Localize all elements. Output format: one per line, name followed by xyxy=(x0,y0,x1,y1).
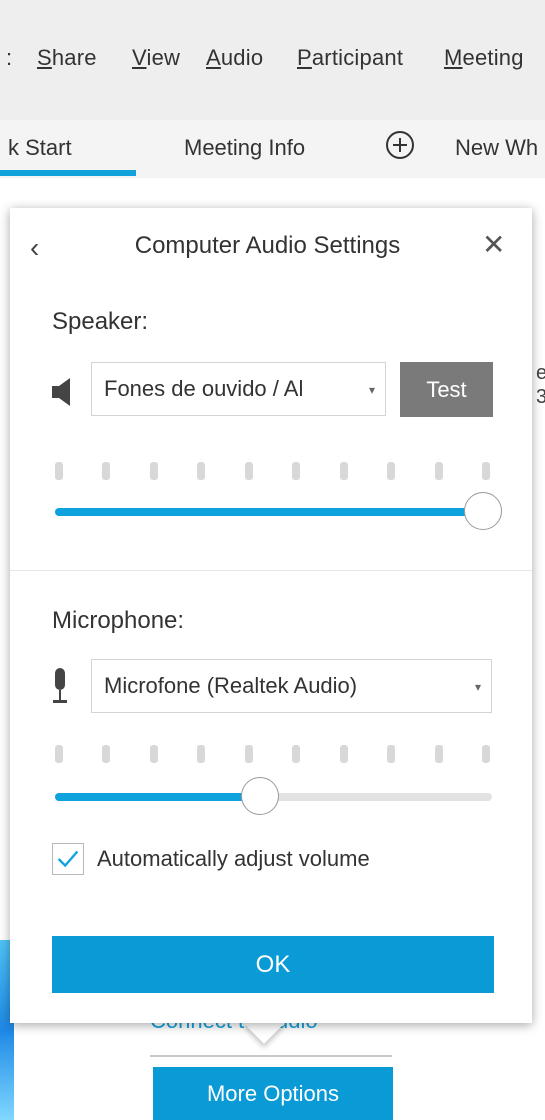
microphone-device-label: Microfone (Realtek Audio) xyxy=(104,673,358,698)
level-segment xyxy=(482,745,490,763)
microphone-label: Microphone: xyxy=(52,607,185,634)
level-segment xyxy=(340,745,348,763)
close-icon[interactable]: ✕ xyxy=(482,228,505,261)
level-segment xyxy=(55,462,63,480)
speaker-label: Speaker: xyxy=(52,308,149,335)
caret-down-icon: ▾ xyxy=(474,680,481,694)
level-segment xyxy=(292,745,300,763)
level-segment xyxy=(340,462,348,480)
menu-item-partial[interactable]: : xyxy=(6,45,12,71)
menu-item-view[interactable]: View xyxy=(132,45,180,71)
microphone-volume-slider[interactable] xyxy=(55,777,492,817)
slider-fill xyxy=(55,508,484,516)
background-divider xyxy=(150,1055,392,1057)
microphone-icon xyxy=(53,668,67,703)
level-segment xyxy=(435,462,443,480)
tab-meeting-info[interactable]: Meeting Info xyxy=(184,135,305,161)
speaker-icon xyxy=(52,378,70,406)
panel-title: Computer Audio Settings xyxy=(134,232,401,259)
background-text-fragment: 30 xyxy=(536,386,545,408)
panel-pointer-cover xyxy=(236,995,296,1021)
level-segment xyxy=(435,745,443,763)
slider-fill xyxy=(55,793,261,801)
tab-new-whiteboard[interactable]: New Wh xyxy=(455,135,538,161)
section-divider xyxy=(10,570,532,571)
level-segment xyxy=(482,462,490,480)
level-segment xyxy=(197,462,205,480)
level-segment xyxy=(245,462,253,480)
level-segment xyxy=(245,745,253,763)
tab-quick-start[interactable]: k Start xyxy=(8,135,72,161)
speaker-device-label: Fones de ouvido / Al xyxy=(104,376,304,401)
auto-adjust-checkbox[interactable] xyxy=(52,843,84,875)
level-segment xyxy=(292,462,300,480)
caret-down-icon: ▾ xyxy=(368,383,375,397)
level-segment xyxy=(102,462,110,480)
menu-item-share[interactable]: Share xyxy=(37,45,97,71)
chevron-left-icon[interactable]: ‹ xyxy=(30,232,39,264)
level-segment xyxy=(197,745,205,763)
menu-item-participant[interactable]: Participant xyxy=(297,45,403,71)
slider-thumb[interactable] xyxy=(464,492,503,530)
microphone-level-meter xyxy=(55,745,490,763)
checkmark-icon xyxy=(57,850,79,868)
more-options-button[interactable]: More Options xyxy=(153,1067,393,1120)
auto-adjust-label[interactable]: Automatically adjust volume xyxy=(97,846,370,872)
speaker-level-meter xyxy=(55,462,490,480)
level-segment xyxy=(387,745,395,763)
plus-circle-icon[interactable] xyxy=(386,131,414,159)
ok-button[interactable]: OK xyxy=(52,936,494,993)
level-segment xyxy=(150,745,158,763)
menu-item-audio[interactable]: Audio xyxy=(206,45,263,71)
active-tab-indicator xyxy=(0,170,136,176)
speaker-volume-slider[interactable] xyxy=(55,492,503,532)
microphone-select[interactable]: Microfone (Realtek Audio) ▾ xyxy=(91,659,492,713)
background-text-fragment: er xyxy=(536,362,545,384)
test-speaker-button[interactable]: Test xyxy=(400,362,493,417)
slider-thumb[interactable] xyxy=(241,777,280,815)
level-segment xyxy=(55,745,63,763)
level-segment xyxy=(387,462,395,480)
menu-item-meeting[interactable]: Meeting xyxy=(444,45,524,71)
speaker-select[interactable]: Fones de ouvido / Al ▾ xyxy=(91,362,386,416)
level-segment xyxy=(150,462,158,480)
level-segment xyxy=(102,745,110,763)
